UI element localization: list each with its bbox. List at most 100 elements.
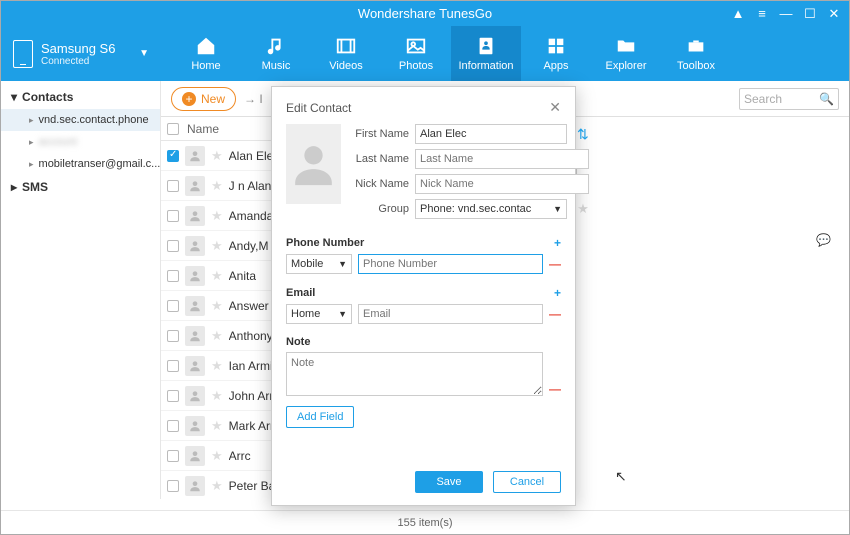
nick-name-input[interactable] — [415, 174, 589, 194]
device-name: Samsung S6 — [41, 41, 115, 56]
row-checkbox[interactable] — [167, 330, 179, 342]
star-icon[interactable]: ★ — [211, 328, 223, 344]
save-button[interactable]: Save — [415, 471, 483, 493]
phone-input[interactable] — [358, 254, 543, 274]
arrow-icon: ▸ — [29, 115, 34, 126]
new-button[interactable]: +New — [171, 87, 236, 111]
chevron-right-icon: ▸ — [11, 180, 17, 194]
add-phone-icon[interactable]: + — [554, 236, 561, 250]
remove-email-icon[interactable]: — — [549, 307, 561, 321]
star-icon[interactable]: ★ — [211, 448, 223, 464]
avatar-icon — [185, 296, 205, 316]
status-footer: 155 item(s) — [1, 510, 849, 534]
avatar-icon — [185, 326, 205, 346]
remove-note-icon[interactable]: — — [549, 382, 561, 396]
star-icon[interactable]: ★ — [211, 358, 223, 374]
row-checkbox[interactable] — [167, 180, 179, 192]
chevron-down-icon: ▼ — [139, 48, 149, 59]
row-checkbox[interactable] — [167, 390, 179, 402]
nav-music[interactable]: Music — [241, 26, 311, 81]
email-type-select[interactable]: Home▼ — [286, 304, 352, 324]
maximize-icon[interactable]: ☐ — [803, 1, 817, 26]
modal-avatar[interactable] — [286, 124, 341, 204]
row-checkbox[interactable] — [167, 150, 179, 162]
close-icon[interactable]: ✕ — [549, 99, 561, 116]
add-email-icon[interactable]: + — [554, 286, 561, 300]
first-name-input[interactable] — [415, 124, 567, 144]
photos-icon — [405, 35, 427, 57]
chevron-down-icon: ▼ — [553, 204, 562, 214]
note-section: Note — — [286, 336, 561, 396]
main-nav: Home Music Videos Photos Information App… — [171, 26, 731, 81]
information-icon — [475, 35, 497, 57]
nav-photos[interactable]: Photos — [381, 26, 451, 81]
add-field-button[interactable]: Add Field — [286, 406, 354, 428]
remove-phone-icon[interactable]: — — [549, 257, 561, 271]
search-input[interactable]: Search🔍 — [739, 88, 839, 110]
arrow-icon: ▸ — [29, 159, 34, 170]
close-icon[interactable]: ✕ — [827, 1, 841, 26]
titlebar: Wondershare TunesGo ▲ ≡ — ☐ ✕ — [1, 1, 849, 26]
row-checkbox[interactable] — [167, 240, 179, 252]
row-checkbox[interactable] — [167, 450, 179, 462]
nav-apps[interactable]: Apps — [521, 26, 591, 81]
nav-videos[interactable]: Videos — [311, 26, 381, 81]
row-checkbox[interactable] — [167, 210, 179, 222]
arrow-icon: ▸ — [29, 137, 34, 148]
edit-contact-modal: Edit Contact✕ First Name⇅ Last Name Nick… — [271, 86, 576, 506]
user-icon[interactable]: ▲ — [731, 1, 745, 26]
row-checkbox[interactable] — [167, 270, 179, 282]
note-input[interactable] — [286, 352, 543, 396]
row-checkbox[interactable] — [167, 360, 179, 372]
chevron-down-icon: ▾ — [11, 90, 17, 104]
group-select-modal[interactable]: Phone: vnd.sec.contac▼ — [415, 199, 567, 219]
swap-icon[interactable]: ⇅ — [577, 126, 589, 143]
nav-explorer[interactable]: Explorer — [591, 26, 661, 81]
sidebar-cat-contacts[interactable]: ▾Contacts — [1, 85, 160, 109]
star-icon[interactable]: ★ — [211, 268, 223, 284]
phone-icon — [13, 40, 33, 68]
star-icon[interactable]: ★ — [211, 208, 223, 224]
sidebar-item-blank[interactable]: ▸account — [1, 131, 160, 153]
contact-name-cell: Arrc — [229, 449, 251, 463]
sidebar-item-gmail[interactable]: ▸mobiletranser@gmail.c... — [1, 153, 160, 175]
star-icon[interactable]: ★ — [211, 238, 223, 254]
nav-home[interactable]: Home — [171, 26, 241, 81]
row-checkbox[interactable] — [167, 420, 179, 432]
device-selector[interactable]: Samsung S6 Connected ▼ — [1, 26, 161, 81]
phone-section: Phone Number+ Mobile▼— — [286, 236, 561, 274]
email-input[interactable] — [358, 304, 543, 324]
star-icon[interactable]: ★ — [211, 478, 223, 494]
import-button[interactable]: → I — [244, 92, 263, 106]
nav-information[interactable]: Information — [451, 26, 521, 81]
chevron-down-icon: ▼ — [338, 259, 347, 269]
star-icon[interactable]: ★ — [211, 388, 223, 404]
sidebar-item-phone[interactable]: ▸vnd.sec.contact.phone — [1, 109, 160, 131]
star-icon[interactable]: ★ — [577, 201, 589, 217]
star-icon[interactable]: ★ — [211, 178, 223, 194]
message-icon[interactable]: 💬 — [816, 233, 831, 247]
group-label: Group — [351, 203, 409, 215]
email-section: Email+ Home▼— — [286, 286, 561, 324]
plus-icon: + — [182, 92, 196, 106]
cancel-button[interactable]: Cancel — [493, 471, 561, 493]
star-icon[interactable]: ★ — [211, 418, 223, 434]
sidebar-cat-sms[interactable]: ▸SMS — [1, 175, 160, 199]
menu-icon[interactable]: ≡ — [755, 1, 769, 26]
select-all-checkbox[interactable] — [167, 123, 179, 135]
toolbox-icon — [685, 35, 707, 57]
contact-name-cell: Anita — [229, 269, 256, 283]
avatar-icon — [185, 446, 205, 466]
phone-type-select[interactable]: Mobile▼ — [286, 254, 352, 274]
star-icon[interactable]: ★ — [211, 298, 223, 314]
search-icon: 🔍 — [819, 92, 834, 106]
avatar-icon — [185, 266, 205, 286]
minimize-icon[interactable]: — — [779, 1, 793, 26]
star-icon[interactable]: ★ — [211, 148, 223, 164]
last-name-input[interactable] — [415, 149, 589, 169]
nav-toolbox[interactable]: Toolbox — [661, 26, 731, 81]
row-checkbox[interactable] — [167, 480, 179, 492]
row-checkbox[interactable] — [167, 300, 179, 312]
app-title: Wondershare TunesGo — [358, 6, 492, 21]
sidebar: ▾Contacts ▸vnd.sec.contact.phone ▸accoun… — [1, 81, 161, 499]
